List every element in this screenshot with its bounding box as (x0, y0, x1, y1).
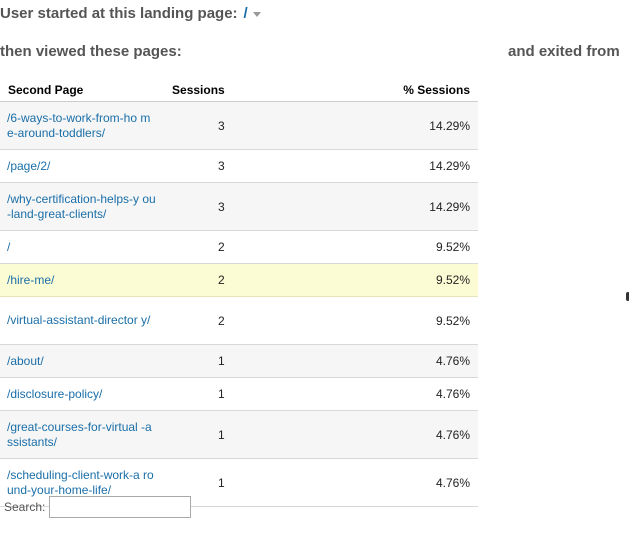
sessions-cell: 2 (157, 263, 393, 297)
pct-sessions-cell: 4.76% (392, 410, 478, 459)
table-row: /why-certification-helps-y ou-land-great… (0, 182, 478, 231)
table-row: /about/ 1 4.76% (0, 344, 478, 378)
table-row: / 2 9.52% (0, 230, 478, 264)
page-cell: /page/2/ (0, 149, 157, 183)
pct-sessions-cell: 14.29% (392, 101, 478, 150)
landing-page-value[interactable]: / (244, 5, 248, 22)
sessions-cell: 2 (157, 230, 393, 264)
page-link[interactable]: /disclosure-policy/ (7, 387, 157, 402)
sessions-cell: 3 (157, 101, 393, 150)
page-link[interactable]: /6-ways-to-work-from-ho me-around-toddle… (7, 111, 157, 141)
search-label: Search: (4, 500, 46, 514)
sessions-cell: 1 (157, 410, 393, 459)
sessions-cell: 1 (157, 344, 393, 378)
sessions-cell: 1 (157, 377, 393, 411)
chevron-down-icon[interactable] (252, 11, 261, 17)
page-cell: /hire-me/ (0, 263, 157, 297)
page-link[interactable]: /about/ (7, 354, 157, 369)
table-row: /disclosure-policy/ 1 4.76% (0, 377, 478, 411)
table-row: /great-courses-for-virtual -assistants/ … (0, 410, 478, 459)
header-sessions[interactable]: Sessions (157, 78, 393, 102)
pct-sessions-cell: 9.52% (392, 230, 478, 264)
search-row: Search: (4, 496, 192, 518)
table-row-highlighted: /hire-me/ 2 9.52% (0, 263, 478, 297)
second-page-table: Second Page Sessions % Sessions /6-ways-… (0, 78, 478, 507)
sessions-cell: 3 (157, 182, 393, 231)
sessions-cell: 1 (157, 458, 393, 507)
landing-page-label: User started at this landing page: (0, 5, 238, 22)
landing-page-heading: User started at this landing page: / (0, 5, 261, 22)
pct-sessions-cell: 14.29% (392, 182, 478, 231)
pct-sessions-cell: 9.52% (392, 263, 478, 297)
page-link[interactable]: /hire-me/ (7, 273, 157, 288)
page-cell: /about/ (0, 344, 157, 378)
table-header-row: Second Page Sessions % Sessions (0, 78, 478, 102)
page-cell: / (0, 230, 157, 264)
viewed-pages-heading: then viewed these pages: (0, 43, 182, 60)
page-cell: /great-courses-for-virtual -assistants/ (0, 410, 157, 459)
page-link[interactable]: /great-courses-for-virtual -assistants/ (7, 420, 157, 450)
page-link[interactable]: / (7, 240, 157, 255)
header-pct-sessions[interactable]: % Sessions (392, 78, 478, 102)
pct-sessions-cell: 14.29% (392, 149, 478, 183)
page-cell: /why-certification-helps-y ou-land-great… (0, 182, 157, 231)
pct-sessions-cell: 4.76% (392, 344, 478, 378)
page-cell: /virtual-assistant-director y/ (0, 296, 157, 345)
pct-sessions-cell: 4.76% (392, 458, 478, 507)
exited-from-heading: and exited from (508, 43, 620, 60)
pct-sessions-cell: 9.52% (392, 296, 478, 345)
pct-sessions-cell: 4.76% (392, 377, 478, 411)
page-cell: /6-ways-to-work-from-ho me-around-toddle… (0, 101, 157, 150)
search-input[interactable] (49, 496, 192, 518)
page-link[interactable]: /virtual-assistant-director y/ (7, 313, 157, 328)
table-row: /virtual-assistant-director y/ 2 9.52% (0, 296, 478, 345)
page-cell: /disclosure-policy/ (0, 377, 157, 411)
page-link[interactable]: /why-certification-helps-y ou-land-great… (7, 192, 157, 222)
table-row: /6-ways-to-work-from-ho me-around-toddle… (0, 101, 478, 150)
header-second-page[interactable]: Second Page (0, 78, 157, 102)
sessions-cell: 2 (157, 296, 393, 345)
table-row: /page/2/ 3 14.29% (0, 149, 478, 183)
sessions-cell: 3 (157, 149, 393, 183)
page-link[interactable]: /scheduling-client-work-a round-your-hom… (7, 468, 157, 498)
page-link[interactable]: /page/2/ (7, 159, 157, 174)
